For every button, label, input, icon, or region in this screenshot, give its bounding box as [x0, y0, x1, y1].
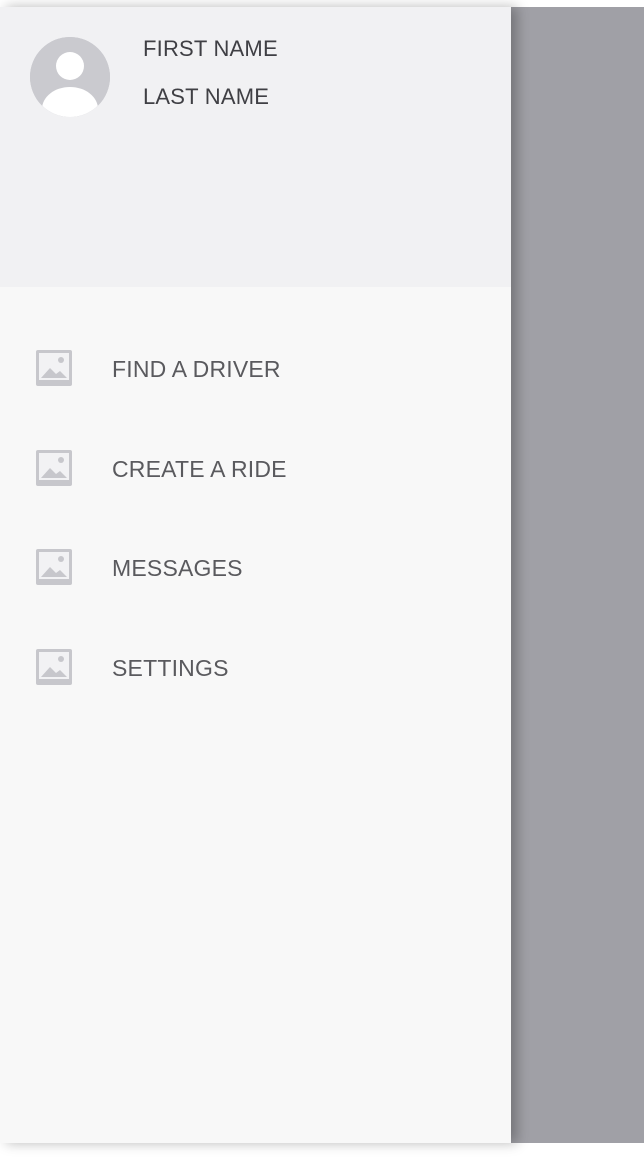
dimmed-overlay[interactable]	[511, 7, 644, 1143]
user-avatar-placeholder-icon	[30, 37, 110, 117]
image-placeholder-icon	[36, 449, 72, 486]
image-placeholder-icon	[36, 549, 72, 585]
last-name: LAST NAME	[143, 84, 270, 109]
menu-item-label: MESSAGES	[112, 555, 243, 581]
menu-item-label: CREATE A RIDE	[112, 455, 287, 482]
navigation-drawer: FIRST NAME LAST NAME FIND A DRIVER CREAT…	[0, 7, 511, 1143]
menu-item-label: FIND A DRIVER	[112, 356, 281, 382]
menu-item-messages[interactable]: MESSAGES	[0, 536, 511, 636]
menu-item-find-a-driver[interactable]: FIND A DRIVER	[0, 337, 511, 437]
first-name: FIRST NAME	[143, 36, 278, 61]
image-placeholder-icon	[36, 648, 72, 685]
drawer-menu: FIND A DRIVER CREATE A RIDE MESSAGES SET…	[0, 337, 511, 735]
menu-item-settings[interactable]: SETTINGS	[0, 636, 511, 736]
profile-header: FIRST NAME LAST NAME	[0, 7, 511, 287]
image-placeholder-icon	[36, 350, 72, 386]
app-screen: FIRST NAME LAST NAME FIND A DRIVER CREAT…	[0, 7, 644, 1143]
menu-item-label: SETTINGS	[112, 654, 229, 681]
avatar[interactable]	[30, 37, 110, 117]
menu-item-create-a-ride[interactable]: CREATE A RIDE	[0, 437, 511, 537]
